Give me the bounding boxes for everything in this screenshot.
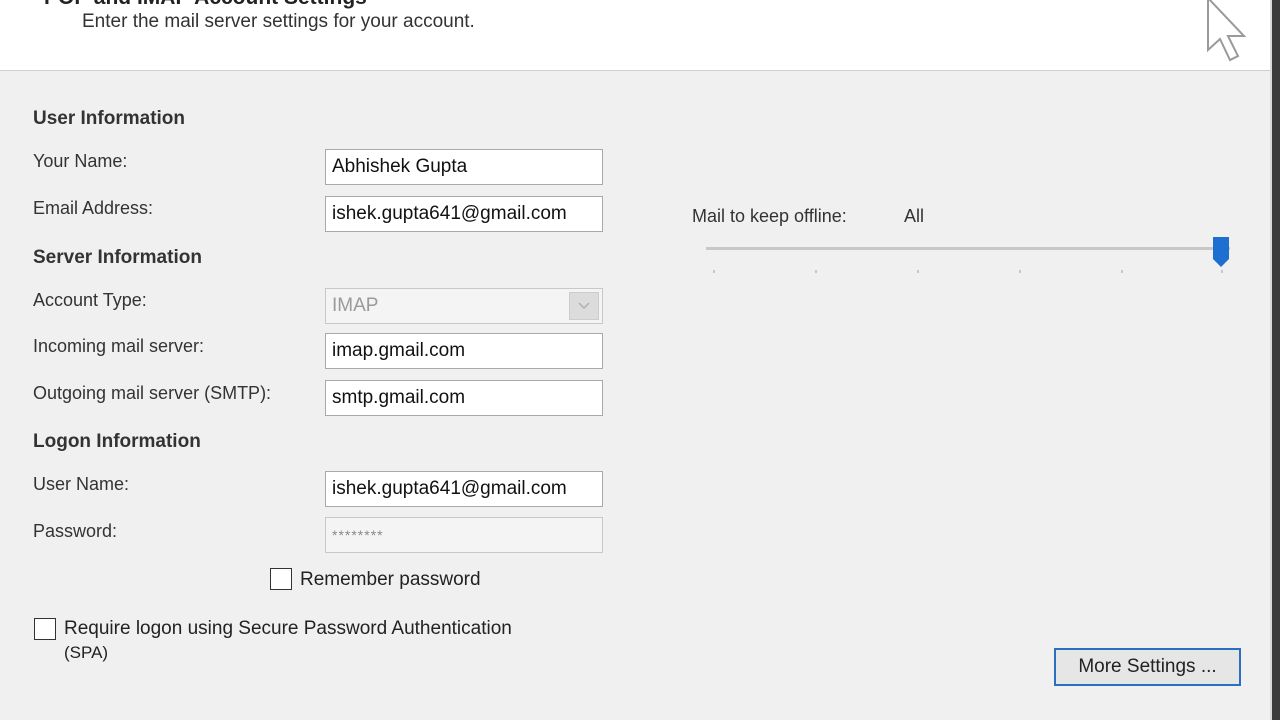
mail-offline-slider-thumb[interactable] xyxy=(1213,237,1229,267)
email-address-label: Email Address: xyxy=(33,198,154,218)
your-name-label: Your Name: xyxy=(33,151,128,171)
slider-tick xyxy=(1221,270,1223,273)
password-input[interactable]: ******** xyxy=(325,517,603,553)
dialog-header: POP and IMAP Account Settings Enter the … xyxy=(0,0,1272,71)
chevron-down-icon xyxy=(569,292,599,320)
slider-tick xyxy=(1121,270,1123,273)
outgoing-server-label: Outgoing mail server (SMTP): xyxy=(33,383,272,403)
your-name-input[interactable]: Abhishek Gupta xyxy=(325,149,603,185)
server-information-heading: Server Information xyxy=(33,247,202,268)
mouse-cursor-icon xyxy=(1207,0,1247,62)
incoming-server-label: Incoming mail server: xyxy=(33,336,205,356)
logon-information-heading: Logon Information xyxy=(33,431,201,452)
slider-tick xyxy=(713,270,715,273)
mail-offline-slider-track[interactable] xyxy=(706,247,1230,250)
account-type-select: IMAP xyxy=(325,288,603,324)
more-settings-button[interactable]: More Settings ... xyxy=(1054,648,1241,686)
incoming-server-input[interactable]: imap.gmail.com xyxy=(325,333,603,369)
dialog-title: POP and IMAP Account Settings xyxy=(44,0,367,10)
slider-tick xyxy=(917,270,919,273)
spa-label-line2: (SPA) xyxy=(64,643,109,662)
mail-offline-label: Mail to keep offline: xyxy=(692,206,847,226)
mail-offline-value: All xyxy=(904,206,925,226)
remember-password-label: Remember password xyxy=(300,569,481,590)
password-label: Password: xyxy=(33,521,118,541)
user-name-label: User Name: xyxy=(33,474,130,494)
dialog-subtitle: Enter the mail server settings for your … xyxy=(82,11,475,32)
window-edge xyxy=(1272,0,1280,720)
spa-label: Require logon using Secure Password Auth… xyxy=(64,618,512,639)
remember-password-checkbox[interactable] xyxy=(270,568,292,590)
email-address-input[interactable]: ishek.gupta641@gmail.com xyxy=(325,196,603,232)
user-name-input[interactable]: ishek.gupta641@gmail.com xyxy=(325,471,603,507)
spa-checkbox[interactable] xyxy=(34,618,56,640)
slider-tick xyxy=(815,270,817,273)
slider-tick xyxy=(1019,270,1021,273)
account-type-label: Account Type: xyxy=(33,290,147,310)
user-information-heading: User Information xyxy=(33,108,186,129)
account-type-value: IMAP xyxy=(332,295,379,316)
outgoing-server-input[interactable]: smtp.gmail.com xyxy=(325,380,603,416)
